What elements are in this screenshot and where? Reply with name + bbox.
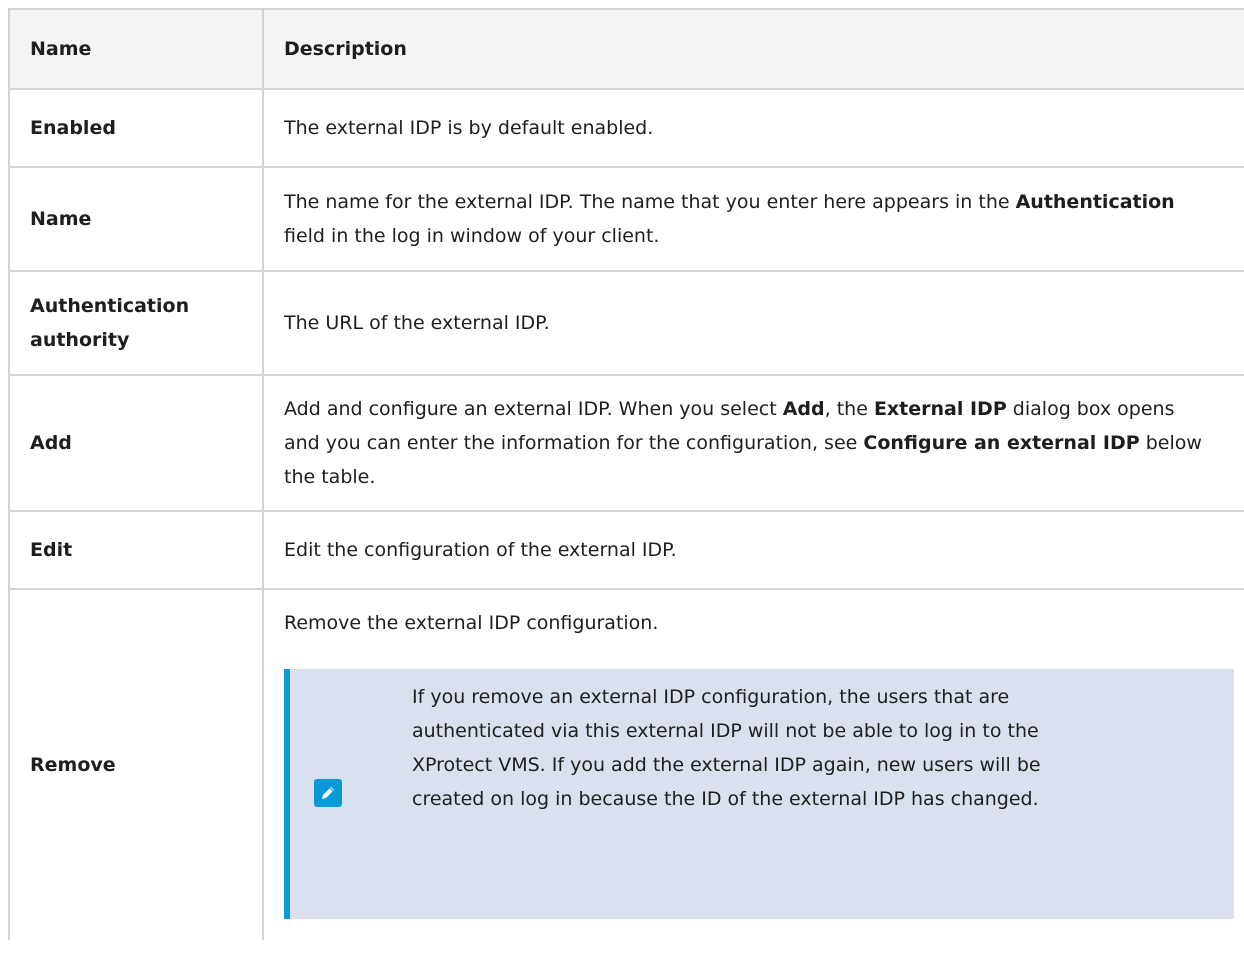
table-header-row: Name Description [8, 10, 1244, 90]
table-row: Remove Remove the external IDP configura… [8, 590, 1244, 940]
row-name: Authentication authority [8, 272, 264, 374]
table-row: Name The name for the external IDP. The … [8, 168, 1244, 272]
properties-table: Name Description Enabled The external ID… [8, 8, 1244, 940]
row-name-text: Authentication authority [30, 295, 190, 351]
bold-term: Add [782, 398, 825, 420]
table-row: Edit Edit the configuration of the exter… [8, 512, 1244, 590]
text-segment: Edit the configuration of the external I… [284, 539, 677, 561]
text-segment: The name for the external IDP. The name … [284, 191, 1016, 213]
text-segment: Add and configure an external IDP. When … [284, 398, 783, 420]
description-text: Remove the external IDP configuration. [284, 606, 658, 640]
text-segment: Remove the external IDP configuration. [284, 612, 659, 634]
header-description: Description [284, 38, 407, 60]
row-description: Remove the external IDP configuration. I… [264, 590, 1244, 940]
row-description: Edit the configuration of the external I… [264, 512, 1244, 588]
header-name: Name [8, 10, 264, 88]
text-segment: field in the log in window of your clien… [284, 225, 660, 247]
row-description: Add and configure an external IDP. When … [264, 376, 1244, 510]
bold-term: Configure an external IDP [863, 432, 1140, 454]
text-segment: The URL of the external IDP. [284, 312, 550, 334]
note-box: If you remove an external IDP configurat… [284, 669, 1234, 919]
text-segment: The external IDP is by default enabled. [284, 117, 654, 139]
table-row: Enabled The external IDP is by default e… [8, 90, 1244, 168]
note-text: If you remove an external IDP configurat… [412, 686, 1041, 810]
table-row: Add Add and configure an external IDP. W… [8, 376, 1244, 512]
table-row: Authentication authority The URL of the … [8, 272, 1244, 376]
pencil-icon [314, 779, 342, 807]
description-text: Add and configure an external IDP. When … [284, 392, 1214, 494]
text-segment: , the [824, 398, 874, 420]
description-text: The URL of the external IDP. [284, 306, 550, 340]
row-description: The external IDP is by default enabled. [264, 90, 1244, 166]
description-text: The name for the external IDP. The name … [284, 185, 1184, 253]
description-text: The external IDP is by default enabled. [284, 111, 653, 145]
bold-term: Authentication [1015, 191, 1175, 213]
row-name: Add [8, 376, 264, 510]
row-description: The name for the external IDP. The name … [264, 168, 1244, 270]
row-name: Enabled [8, 90, 264, 166]
bold-term: External IDP [873, 398, 1007, 420]
row-name: Name [8, 168, 264, 270]
row-description: The URL of the external IDP. [264, 272, 1244, 374]
description-text: Edit the configuration of the external I… [284, 533, 677, 567]
row-name: Edit [8, 512, 264, 588]
row-name: Remove [8, 590, 264, 940]
